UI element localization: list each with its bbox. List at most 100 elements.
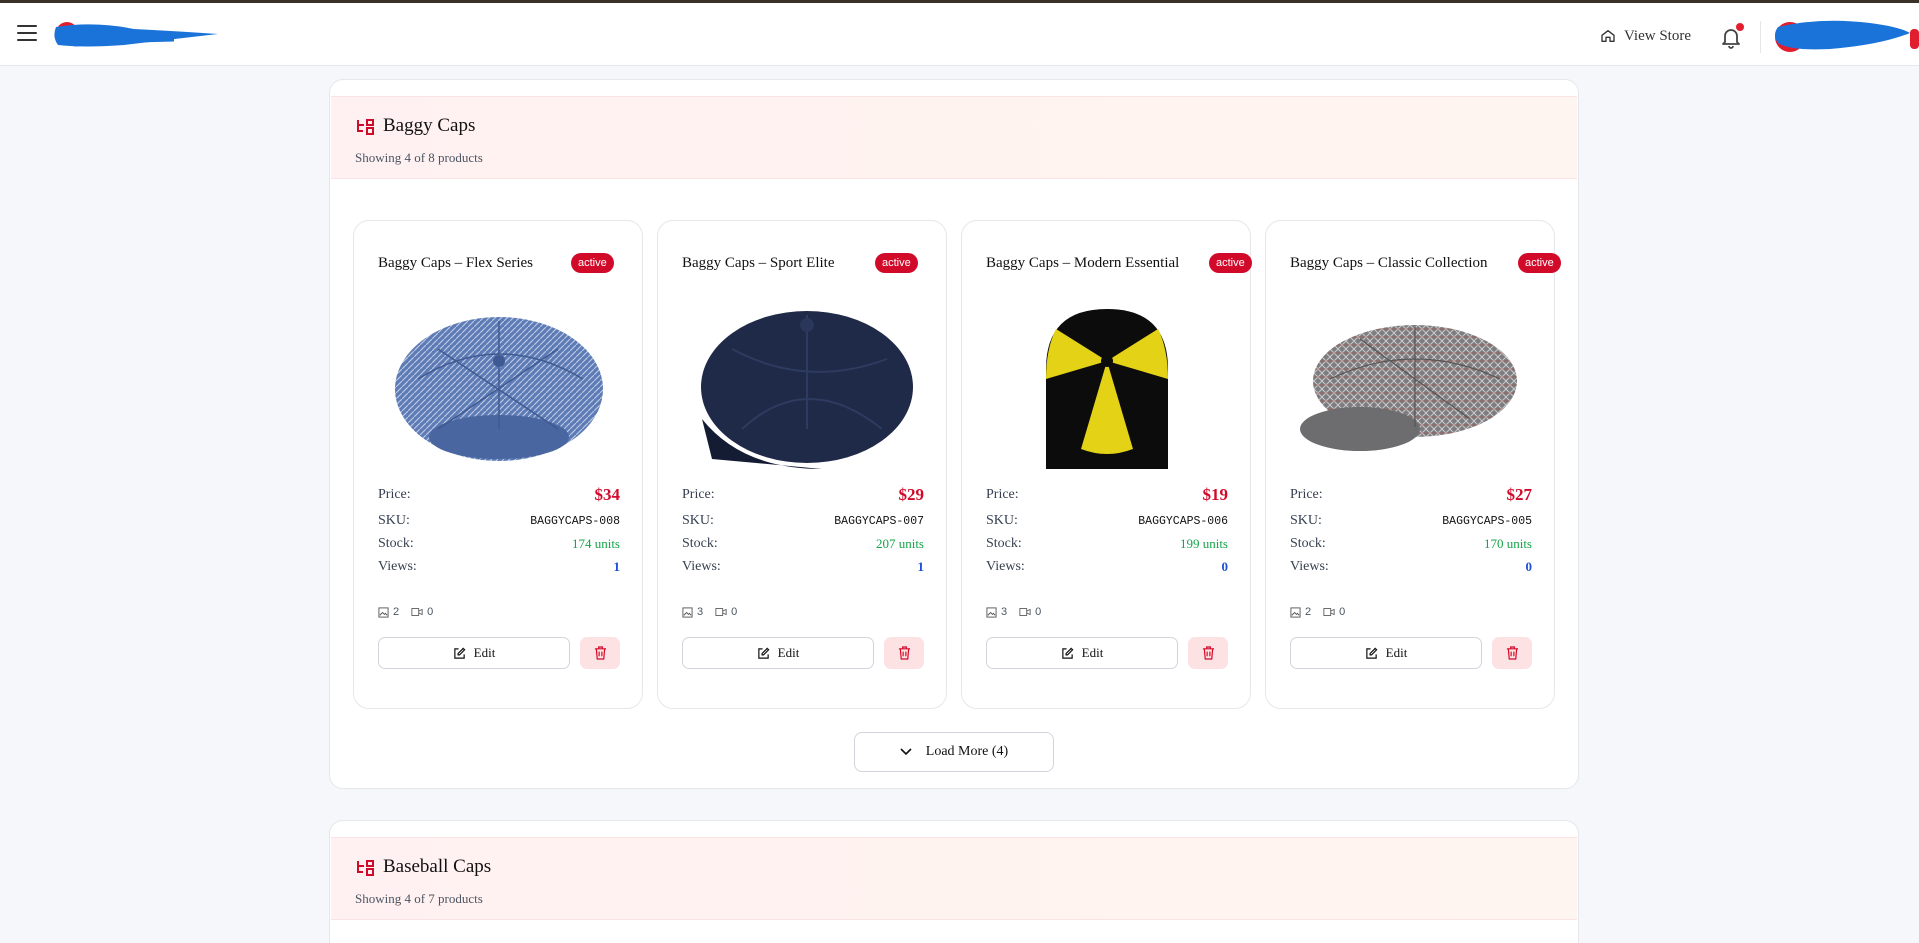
views-row: Views: 1 [682,559,924,579]
views-label: Views: [378,559,417,574]
media-counts: 3 0 [682,605,749,619]
category-subtitle: Showing 4 of 8 products [355,150,483,165]
price-row: Price: $27 [1290,485,1533,507]
media-counts: 2 0 [1290,605,1357,619]
views-label: Views: [682,559,721,574]
stock-label: Stock: [1290,536,1326,551]
sku-value: BAGGYCAPS-005 [1442,515,1532,528]
price-row: Price: $19 [986,485,1229,507]
edit-button[interactable]: Edit [682,637,874,669]
delete-button[interactable] [884,637,924,669]
category-subtitle: Showing 4 of 7 products [355,891,483,906]
delete-button[interactable] [1492,637,1532,669]
sku-value: BAGGYCAPS-008 [530,515,620,528]
sku-label: SKU: [986,513,1018,528]
product-name[interactable]: Baggy Caps – Modern Essential [986,255,1179,272]
video-icon [411,608,423,616]
image-icon [378,606,389,618]
stock-row: Stock: 199 units [986,536,1228,556]
edit-button[interactable]: Edit [1290,637,1482,669]
image-count: 2 [393,606,400,618]
video-count: 0 [427,606,434,618]
stock-label: Stock: [682,536,718,551]
image-icon [986,606,997,618]
header-divider [1760,21,1761,53]
edit-button[interactable]: Edit [986,637,1178,669]
image-icon [682,606,693,618]
views-value: 1 [613,559,621,574]
product-card: Baggy Caps – Flex Series active Price: $… [353,220,643,709]
view-store-link[interactable]: View Store [1600,25,1691,47]
load-more-button[interactable]: Load More (4) [854,732,1054,772]
edit-label: Edit [473,645,496,660]
redacted-logo[interactable] [54,15,220,55]
sku-row: SKU: BAGGYCAPS-007 [682,513,924,533]
stock-value: 174 units [571,536,620,551]
category-header: Baggy Caps Showing 4 of 8 products [331,96,1577,179]
trash-icon [594,646,606,660]
views-value: 0 [1525,559,1533,574]
views-row: Views: 0 [1290,559,1532,579]
category-title: Baseball Caps [383,856,492,877]
status-badge: active [571,253,614,273]
redacted-user-avatar[interactable] [1770,15,1919,57]
price-row: Price: $29 [682,485,925,507]
stock-label: Stock: [378,536,414,551]
top-navbar: View Store [0,3,1919,66]
price-value: $19 [1202,485,1229,504]
chevron-down-icon [900,748,912,756]
media-counts: 2 0 [378,605,445,619]
notification-dot [1736,23,1744,31]
views-row: Views: 0 [986,559,1228,579]
sku-value: BAGGYCAPS-006 [1138,515,1228,528]
stock-value: 207 units [875,536,924,551]
views-value: 1 [917,559,925,574]
sku-value: BAGGYCAPS-007 [834,515,924,528]
sku-label: SKU: [682,513,714,528]
product-name[interactable]: Baggy Caps – Sport Elite [682,255,835,272]
hamburger-menu-icon[interactable] [17,25,37,45]
category-title: Baggy Caps [383,115,476,136]
delete-button[interactable] [1188,637,1228,669]
sku-label: SKU: [1290,513,1322,528]
views-label: Views: [1290,559,1329,574]
price-label: Price: [682,487,715,502]
product-card: Baggy Caps – Sport Elite active Price: $… [657,220,947,709]
category-section-baggy-caps: Baggy Caps Showing 4 of 8 products Baggy… [329,79,1579,789]
status-badge: active [875,253,918,273]
edit-icon [1365,647,1378,659]
stock-value: 199 units [1179,536,1228,551]
price-value: $27 [1506,485,1533,504]
stock-label: Stock: [986,536,1022,551]
edit-label: Edit [1385,645,1408,660]
views-value: 0 [1221,559,1229,574]
image-icon [1290,606,1301,618]
sku-label: SKU: [378,513,410,528]
product-image [395,317,603,461]
product-name[interactable]: Baggy Caps – Classic Collection [1290,255,1487,272]
status-badge: active [1209,253,1252,273]
product-image [701,311,913,469]
edit-icon [1061,647,1074,659]
price-value: $29 [898,485,925,504]
product-name[interactable]: Baggy Caps – Flex Series [378,255,533,272]
video-count: 0 [731,606,738,618]
edit-button[interactable]: Edit [378,637,570,669]
edit-label: Edit [1081,645,1104,660]
trash-icon [1202,646,1214,660]
video-count: 0 [1339,606,1346,618]
product-image [1046,309,1168,469]
trash-icon [898,646,910,660]
video-icon [715,608,727,616]
product-image [1300,325,1517,451]
sku-row: SKU: BAGGYCAPS-008 [378,513,620,533]
media-counts: 3 0 [986,605,1053,619]
sku-row: SKU: BAGGYCAPS-005 [1290,513,1532,533]
price-label: Price: [1290,487,1323,502]
price-value: $34 [594,485,621,504]
category-section-baseball-caps: Baseball Caps Showing 4 of 7 products [329,820,1579,943]
image-count: 3 [697,606,704,618]
category-icon [357,119,374,135]
sku-row: SKU: BAGGYCAPS-006 [986,513,1228,533]
delete-button[interactable] [580,637,620,669]
